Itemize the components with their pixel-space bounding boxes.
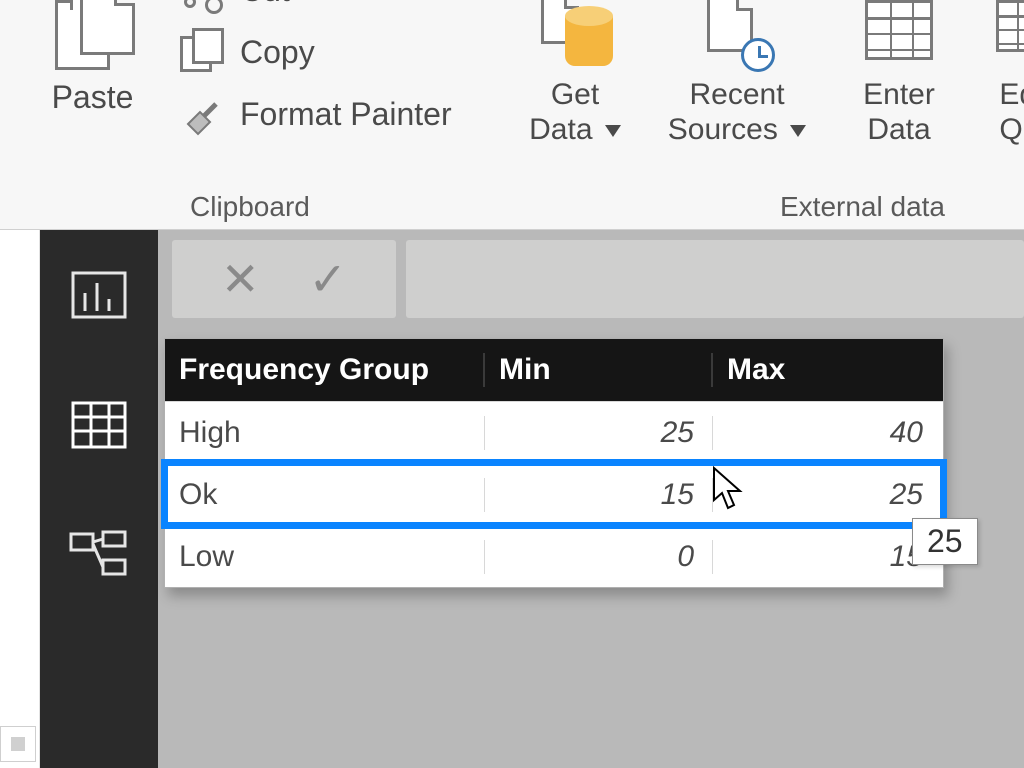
cell-max[interactable]: 15: [713, 540, 941, 574]
get-data-label-2: Data: [529, 113, 592, 146]
edit-queries-label-1: Ed: [999, 78, 1024, 111]
recent-icon: [697, 0, 777, 74]
col-header-min[interactable]: Min: [485, 353, 713, 387]
copy-icon: [180, 32, 228, 72]
recent-label-1: Recent: [689, 78, 784, 111]
col-header-max[interactable]: Max: [713, 353, 941, 387]
report-view-tab[interactable]: [40, 230, 158, 360]
cancel-edit-button[interactable]: ✕: [221, 252, 260, 306]
commit-edit-button[interactable]: ✓: [308, 252, 347, 306]
clipboard-group-label: Clipboard: [190, 191, 310, 223]
table-header-row: Frequency Group Min Max: [165, 339, 943, 401]
format-painter-button[interactable]: Format Painter: [180, 94, 452, 134]
edit-queries-label-2: Queri: [999, 113, 1024, 146]
cell-min[interactable]: 15: [485, 478, 713, 512]
cell-group[interactable]: High: [165, 416, 485, 450]
table-row[interactable]: High 25 40: [165, 401, 943, 463]
brush-icon: [180, 94, 228, 134]
edit-queries-button[interactable]: Ed Queri: [991, 0, 1024, 147]
cell-group[interactable]: Ok: [165, 478, 485, 512]
cursor-icon: [710, 466, 750, 514]
get-data-button[interactable]: Get Data: [505, 0, 645, 147]
get-data-label-1: Get: [551, 78, 599, 111]
paste-icon: [45, 0, 140, 75]
table-row[interactable]: Low 0 15: [165, 525, 943, 587]
view-switcher: [40, 230, 158, 768]
copy-button[interactable]: Copy: [180, 32, 452, 72]
data-table: Frequency Group Min Max High 25 40 Ok 15…: [164, 338, 944, 588]
scissors-icon: [180, 0, 228, 10]
cut-label: Cut: [240, 0, 290, 9]
table-icon: [859, 0, 939, 74]
cut-button[interactable]: Cut: [180, 0, 452, 10]
enter-data-button[interactable]: Enter Data: [829, 0, 969, 147]
enter-data-label-2: Data: [867, 113, 930, 146]
recent-label-2: Sources: [668, 113, 778, 146]
external-data-group-label: External data: [780, 191, 945, 223]
formula-input[interactable]: [406, 240, 1024, 318]
chevron-down-icon: [790, 125, 806, 137]
ribbon: Paste Cut Copy Format Painter Clipboard …: [0, 0, 1024, 230]
copy-label: Copy: [240, 34, 315, 71]
col-header-group[interactable]: Frequency Group: [165, 353, 485, 387]
enter-data-label-1: Enter: [863, 78, 935, 111]
corner-widget: [0, 726, 36, 762]
model-view-tab[interactable]: [40, 490, 158, 620]
paste-label: Paste: [52, 79, 134, 116]
table-row[interactable]: Ok 15 25: [165, 463, 943, 525]
edit-table-icon: [996, 0, 1024, 74]
format-painter-label: Format Painter: [240, 96, 452, 133]
cell-min[interactable]: 0: [485, 540, 713, 574]
paste-button[interactable]: Paste: [45, 0, 140, 116]
cell-min[interactable]: 25: [485, 416, 713, 450]
cell-group[interactable]: Low: [165, 540, 485, 574]
cell-tooltip: 25: [912, 518, 978, 565]
work-area: ✕ ✓ Frequency Group Min Max High 25 40 O…: [158, 230, 1024, 768]
data-view-tab[interactable]: [40, 360, 158, 490]
cell-max[interactable]: 40: [713, 416, 941, 450]
chevron-down-icon: [605, 125, 621, 137]
formula-bar: ✕ ✓: [158, 230, 1024, 328]
database-icon: [535, 0, 615, 74]
recent-sources-button[interactable]: Recent Sources: [667, 0, 807, 147]
